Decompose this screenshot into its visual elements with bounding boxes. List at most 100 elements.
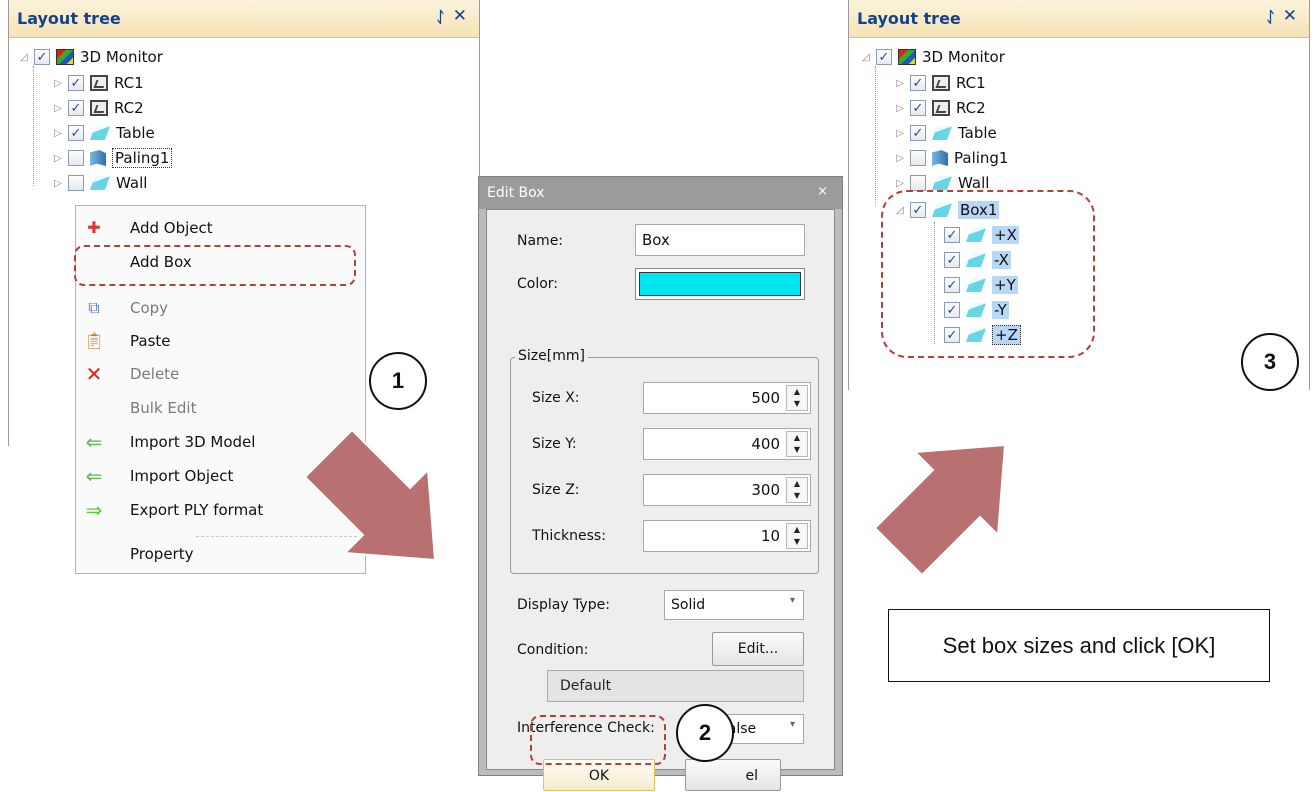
size-x-value: 500 <box>751 389 780 407</box>
size-group-caption: Size[mm] <box>515 348 588 364</box>
condition-edit-button[interactable]: Edit... <box>712 632 804 666</box>
thickness-input[interactable]: 10 ▲ ▼ <box>643 520 811 552</box>
tree-node-wall[interactable]: ▷ ✓ Wall <box>52 171 147 195</box>
close-icon[interactable]: ✕ <box>453 6 467 26</box>
import-arrow-icon: ⇐ <box>85 430 103 454</box>
checkbox[interactable]: ✓ <box>68 75 84 91</box>
checkbox[interactable]: ✓ <box>68 150 84 166</box>
tree-node-3d-monitor[interactable]: ◿ ✓ 3D Monitor <box>860 45 1005 69</box>
expand-arrow-icon[interactable]: ▷ <box>52 78 64 89</box>
tree-connector <box>33 66 34 186</box>
panel-title: Layout tree <box>17 9 121 28</box>
tree-node-label: 3D Monitor <box>922 48 1005 66</box>
checkbox[interactable]: ✓ <box>68 125 84 141</box>
expand-arrow-icon[interactable]: ▷ <box>52 128 64 139</box>
menu-item-label: Import Object <box>130 467 234 485</box>
step-3-badge: 3 <box>1241 333 1299 391</box>
size-z-spinner[interactable]: ▲ ▼ <box>786 477 808 503</box>
close-icon[interactable]: ✕ <box>1283 6 1297 26</box>
dropdown-arrow-icon: ▾ <box>789 595 795 606</box>
size-y-value: 400 <box>751 435 780 453</box>
display-type-dropdown[interactable]: Solid ▾ <box>664 590 804 620</box>
tree-node-label: 3D Monitor <box>80 48 163 66</box>
tree-node-table[interactable]: ▷ ✓ Table <box>894 121 997 145</box>
box-object-icon <box>90 176 110 190</box>
tree-node-rc2[interactable]: ▷ ✓ RC2 <box>52 96 144 120</box>
cancel-button[interactable]: el <box>685 759 781 791</box>
checkbox[interactable]: ✓ <box>34 49 50 65</box>
menu-item-copy[interactable]: ⧉ Copy <box>76 292 365 324</box>
checkbox[interactable]: ✓ <box>910 150 926 166</box>
menu-item-label: Export PLY format <box>130 501 264 519</box>
expand-arrow-icon[interactable]: ▷ <box>894 128 906 139</box>
menu-item-paste[interactable]: 📋︎ Paste <box>76 325 365 357</box>
tree-node-paling1[interactable]: ▷ ✓ Paling1 <box>52 146 173 170</box>
tree-node-rc1[interactable]: ▷ ✓ RC1 <box>52 71 144 95</box>
menu-item-bulk-edit[interactable]: Bulk Edit <box>76 392 365 424</box>
tree-node-label: RC1 <box>114 74 144 92</box>
thickness-label: Thickness: <box>532 528 606 544</box>
checkbox[interactable]: ✓ <box>68 175 84 191</box>
color-label: Color: <box>517 276 559 292</box>
tree-node-3d-monitor[interactable]: ◿ ✓ 3D Monitor <box>18 45 163 69</box>
expand-arrow-icon[interactable]: ▷ <box>894 78 906 89</box>
collapse-arrow-icon[interactable]: ◿ <box>18 52 30 63</box>
checkbox[interactable]: ✓ <box>910 100 926 116</box>
panel-title: Layout tree <box>857 9 961 28</box>
expand-arrow-icon[interactable]: ▷ <box>52 178 64 189</box>
paling-icon <box>90 150 106 166</box>
color-picker[interactable] <box>635 268 805 300</box>
size-x-input[interactable]: 500 ▲ ▼ <box>643 382 811 414</box>
add-object-icon: ✚ <box>87 218 101 237</box>
menu-item-delete[interactable]: ✕ Delete <box>76 358 365 390</box>
box-object-icon <box>932 126 952 140</box>
pin-icon[interactable]: ᛇ <box>1266 8 1275 26</box>
tree-connector <box>875 66 876 206</box>
expand-arrow-icon[interactable]: ▷ <box>52 103 64 114</box>
pin-icon[interactable]: ᛇ <box>436 8 445 26</box>
tree-node-label: Wall <box>116 174 148 192</box>
menu-item-label: Bulk Edit <box>130 399 197 417</box>
menu-item-label: Import 3D Model <box>130 433 256 451</box>
size-z-input[interactable]: 300 ▲ ▼ <box>643 474 811 506</box>
delete-icon: ✕ <box>85 362 103 386</box>
size-y-input[interactable]: 400 ▲ ▼ <box>643 428 811 460</box>
checkbox[interactable]: ✓ <box>910 125 926 141</box>
dialog-title: Edit Box <box>487 185 545 201</box>
expand-arrow-icon[interactable]: ▷ <box>894 153 906 164</box>
export-arrow-icon: ⇒ <box>85 498 103 522</box>
robot-controller-icon <box>90 75 108 91</box>
name-input[interactable]: Box <box>635 224 805 256</box>
menu-item-label: Property <box>130 545 194 563</box>
menu-item-add-object[interactable]: ✚ Add Object <box>76 212 365 244</box>
checkbox[interactable]: ✓ <box>68 100 84 116</box>
size-z-label: Size Z: <box>532 482 580 498</box>
checkbox[interactable]: ✓ <box>910 175 926 191</box>
size-y-spinner[interactable]: ▲ ▼ <box>786 431 808 457</box>
tree-node-rc1[interactable]: ▷ ✓ RC1 <box>894 71 986 95</box>
condition-field: Default <box>547 670 804 702</box>
expand-arrow-icon[interactable]: ▷ <box>894 178 906 189</box>
paste-icon: 📋︎ <box>84 331 105 350</box>
step-2-badge: 2 <box>676 704 734 762</box>
thickness-spinner[interactable]: ▲ ▼ <box>786 523 808 549</box>
tree-node-table[interactable]: ▷ ✓ Table <box>52 121 155 145</box>
expand-arrow-icon[interactable]: ▷ <box>52 153 64 164</box>
menu-item-label: Copy <box>130 299 169 317</box>
copy-icon: ⧉ <box>88 298 100 317</box>
collapse-arrow-icon[interactable]: ◿ <box>860 52 872 63</box>
checkbox[interactable]: ✓ <box>876 49 892 65</box>
display-type-label: Display Type: <box>517 597 610 613</box>
tree-node-paling1[interactable]: ▷ ✓ Paling1 <box>894 146 1008 170</box>
size-x-spinner[interactable]: ▲ ▼ <box>786 385 808 411</box>
tree-node-rc2[interactable]: ▷ ✓ RC2 <box>894 96 986 120</box>
tree-node-label: Paling1 <box>954 149 1009 167</box>
box-object-icon <box>932 176 952 190</box>
checkbox[interactable]: ✓ <box>910 75 926 91</box>
highlight-add-box <box>74 245 356 286</box>
expand-arrow-icon[interactable]: ▷ <box>894 103 906 114</box>
close-icon[interactable]: × <box>817 184 828 199</box>
tree-node-label: RC1 <box>956 74 986 92</box>
monitor-icon <box>898 49 916 65</box>
arrow-down-right-icon <box>303 428 437 562</box>
